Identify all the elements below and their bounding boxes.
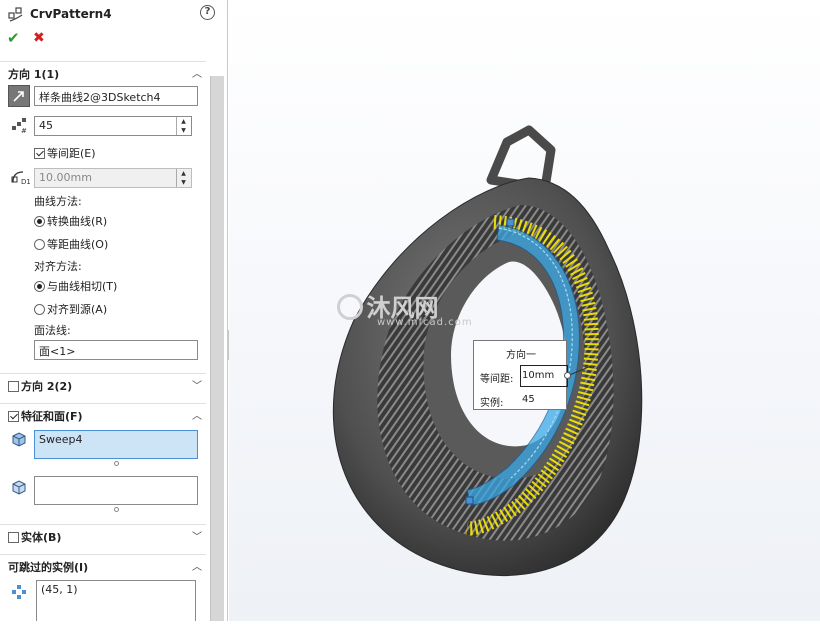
align-method-label: 对齐方法: xyxy=(34,260,82,273)
stepper-down-icon[interactable]: ▼ xyxy=(177,126,190,135)
instances-icon: # xyxy=(10,116,28,135)
chevron-up-icon[interactable]: ︿ xyxy=(192,407,202,422)
pendant-model[interactable] xyxy=(229,0,820,621)
faces-list[interactable] xyxy=(34,476,198,505)
reverse-direction-button[interactable] xyxy=(8,85,30,107)
chevron-down-icon[interactable]: ﹀ xyxy=(192,528,202,543)
checkbox-icon[interactable] xyxy=(8,381,19,392)
skip-instances-header[interactable]: 可跳过的实例(I) ︿ xyxy=(0,554,206,576)
help-button[interactable]: ? xyxy=(200,5,215,20)
direction2-header[interactable]: 方向 2(2) ﹀ xyxy=(0,373,206,395)
graphics-viewport[interactable]: 沐风网 www.mfcad.com xyxy=(229,0,820,621)
direction1-title: 方向 1(1) xyxy=(8,68,60,81)
radio-icon[interactable] xyxy=(34,281,45,292)
face-normal-label: 面法线: xyxy=(34,324,71,337)
radio-label: 等距曲线(O) xyxy=(47,238,109,251)
pattern-callout[interactable]: 方向一 等间距: 10mm 实例: 45 xyxy=(473,340,571,410)
resize-handle[interactable] xyxy=(114,461,119,466)
svg-text:#: # xyxy=(21,127,27,134)
direction1-header[interactable]: 方向 1(1) ︿ xyxy=(0,61,206,83)
bodies-title: 实体(B) xyxy=(21,531,62,544)
radio-label: 与曲线相切(T) xyxy=(47,280,118,293)
radio-icon[interactable] xyxy=(34,304,45,315)
help-icon: ? xyxy=(204,6,211,17)
radio-icon[interactable] xyxy=(34,216,45,227)
curve-pattern-icon xyxy=(7,5,25,23)
callout-handle[interactable] xyxy=(564,372,571,379)
spacing-icon: D1 xyxy=(10,168,31,186)
callout-instances-label: 实例: xyxy=(480,398,504,409)
instances-stepper[interactable]: ▲ ▼ xyxy=(176,117,190,135)
curve-method-label: 曲线方法: xyxy=(34,195,82,208)
radio-label: 转换曲线(R) xyxy=(47,215,108,228)
radio-label: 对齐到源(A) xyxy=(47,303,108,316)
panel-scrollbar[interactable] xyxy=(210,76,224,621)
watermark-url: www.mfcad.com xyxy=(377,317,473,328)
stepper-up-icon[interactable]: ▲ xyxy=(177,169,190,178)
callout-title: 方向一 xyxy=(506,350,536,361)
stepper-up-icon[interactable]: ▲ xyxy=(177,117,190,126)
feature-icon xyxy=(10,430,28,448)
chevron-up-icon[interactable]: ︿ xyxy=(192,558,202,573)
equal-spacing-label: 等间距(E) xyxy=(47,147,96,160)
svg-text:D1: D1 xyxy=(21,178,30,186)
panel-title: CrvPattern4 xyxy=(30,7,112,21)
features-list[interactable]: Sweep4 xyxy=(34,430,198,459)
chevron-down-icon[interactable]: ﹀ xyxy=(192,377,202,392)
spacing-stepper[interactable]: ▲ ▼ xyxy=(176,169,190,187)
ok-button[interactable]: ✔ xyxy=(7,29,20,47)
skip-instances-list[interactable]: (45, 1) xyxy=(36,580,196,621)
resize-handle[interactable] xyxy=(114,507,119,512)
curve-method-transform-radio[interactable]: 转换曲线(R) xyxy=(34,213,107,229)
skip-instances-icon xyxy=(10,583,28,601)
radio-icon[interactable] xyxy=(34,239,45,250)
direction2-title: 方向 2(2) xyxy=(21,380,73,393)
stepper-down-icon[interactable]: ▼ xyxy=(177,178,190,187)
close-icon: ✖ xyxy=(33,30,45,46)
checkbox-icon[interactable] xyxy=(8,411,19,422)
chevron-up-icon[interactable]: ︿ xyxy=(192,65,202,80)
align-tangent-radio[interactable]: 与曲线相切(T) xyxy=(34,278,117,294)
callout-instances-value[interactable]: 45 xyxy=(522,394,535,405)
instances-input[interactable]: 45 xyxy=(34,116,192,136)
curve-method-offset-radio[interactable]: 等距曲线(O) xyxy=(34,236,108,252)
face-icon xyxy=(10,478,28,496)
watermark-logo-icon xyxy=(337,294,363,320)
equal-spacing-checkbox[interactable]: 等间距(E) xyxy=(34,145,96,161)
features-faces-title: 特征和面(F) xyxy=(21,410,83,423)
cancel-button[interactable]: ✖ xyxy=(33,30,45,46)
align-source-radio[interactable]: 对齐到源(A) xyxy=(34,301,107,317)
bodies-header[interactable]: 实体(B) ﹀ xyxy=(0,524,206,546)
checkmark-icon: ✔ xyxy=(7,29,20,47)
checkbox-icon[interactable] xyxy=(34,148,45,159)
skip-instances-title: 可跳过的实例(I) xyxy=(8,561,89,574)
face-normal-field[interactable]: 面<1> xyxy=(34,340,198,360)
spacing-input[interactable]: 10.00mm xyxy=(34,168,192,188)
callout-spacing-label: 等间距: xyxy=(480,374,514,385)
property-manager-panel: CrvPattern4 ? ✔ ✖ 方向 1(1) ︿ 样条曲线2@3DSket… xyxy=(0,0,228,621)
reverse-direction-icon xyxy=(13,91,24,102)
direction-curve-field[interactable]: 样条曲线2@3DSketch4 xyxy=(34,86,198,106)
checkbox-icon[interactable] xyxy=(8,532,19,543)
callout-spacing-value[interactable]: 10mm xyxy=(522,370,554,381)
features-faces-header[interactable]: 特征和面(F) ︿ xyxy=(0,403,206,425)
